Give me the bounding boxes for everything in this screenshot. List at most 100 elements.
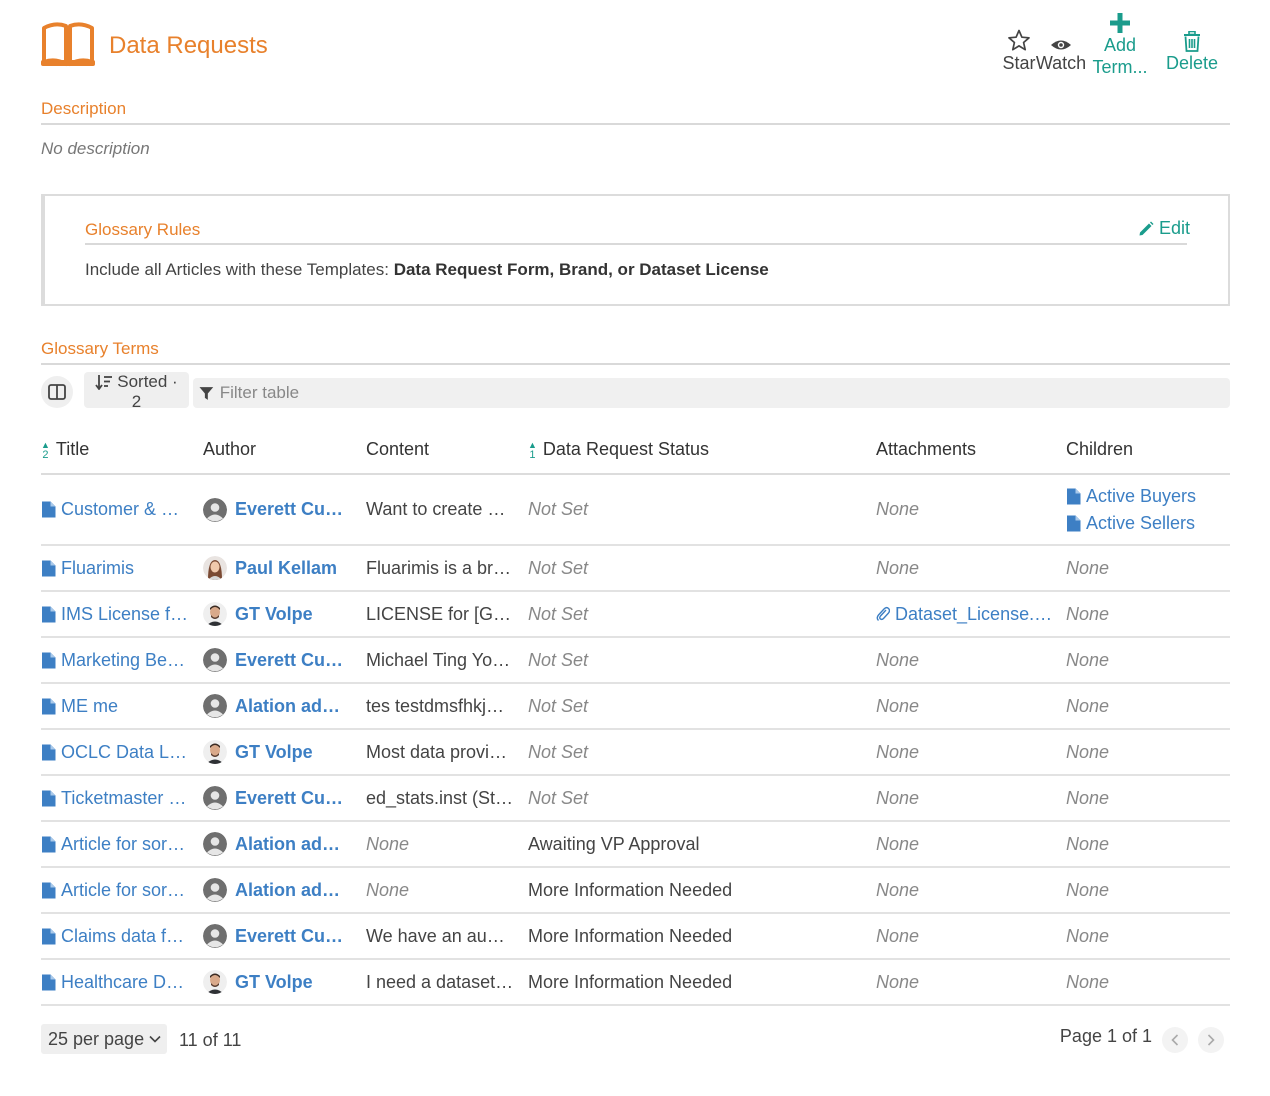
column-header-status[interactable]: ▲ 1 Data Request Status	[528, 426, 858, 473]
title-cell[interactable]: Fluarimis	[41, 546, 193, 590]
column-toggle-button[interactable]	[41, 376, 73, 408]
table-row[interactable]: Fluarimis Paul Kellam Fluarimis is a br… No…	[41, 546, 1230, 592]
title-link[interactable]: Fluarimis	[61, 558, 134, 579]
status-cell[interactable]: More Information Needed	[528, 868, 858, 912]
status-cell[interactable]: More Information Needed	[528, 914, 858, 958]
title-link[interactable]: ME me	[61, 696, 118, 717]
content-cell: LICENSE for [G…	[366, 592, 514, 636]
title-cell[interactable]: Marketing Be…	[41, 638, 193, 682]
title-link[interactable]: Healthcare D…	[61, 972, 184, 993]
table-row[interactable]: Customer & … Everett Cu… Want to create … N…	[41, 475, 1230, 546]
author-cell[interactable]: GT Volpe	[203, 592, 345, 636]
status-cell[interactable]: Not Set	[528, 475, 858, 544]
title-cell[interactable]: Customer & …	[41, 475, 193, 544]
title-cell[interactable]: Claims data f…	[41, 914, 193, 958]
author-cell[interactable]: Everett Cu…	[203, 776, 345, 820]
table-row[interactable]: ME me Alation ad… tes testdmsfhkj… Not Set N…	[41, 684, 1230, 730]
author-link[interactable]: Alation ad…	[235, 880, 340, 901]
title-link[interactable]: Article for sor…	[61, 834, 185, 855]
author-cell[interactable]: Everett Cu…	[203, 914, 345, 958]
children-cell: None	[1066, 638, 1230, 682]
author-link[interactable]: Everett Cu…	[235, 650, 343, 671]
column-header-title[interactable]: ▲ 2 Title	[41, 426, 193, 473]
attachments-cell[interactable]: Dataset_License.…	[876, 592, 1056, 636]
author-cell[interactable]: GT Volpe	[203, 730, 345, 774]
table-row[interactable]: Claims data f… Everett Cu… We have an aud……	[41, 914, 1230, 960]
table-row[interactable]: IMS License f… GT Volpe LICENSE for [G… Not…	[41, 592, 1230, 638]
author-cell[interactable]: GT Volpe	[203, 960, 345, 1004]
column-header-author[interactable]: Author	[203, 426, 345, 473]
title-cell[interactable]: IMS License f…	[41, 592, 193, 636]
title-link[interactable]: IMS License f…	[61, 604, 188, 625]
watch-button[interactable]: Watch	[1033, 30, 1089, 74]
avatar	[203, 786, 227, 810]
author-link[interactable]: GT Volpe	[235, 972, 313, 993]
delete-button[interactable]: Delete	[1163, 30, 1221, 74]
status-cell[interactable]: Not Set	[528, 730, 858, 774]
add-term-button[interactable]: Add Term...	[1089, 12, 1151, 78]
status-cell[interactable]: Not Set	[528, 776, 858, 820]
table-row[interactable]: Article for sor… Alation ad… None Awaiting …	[41, 822, 1230, 868]
title-cell[interactable]: Article for sor…	[41, 822, 193, 866]
children-cell: None	[1066, 822, 1230, 866]
status-cell[interactable]: More Information Needed	[528, 960, 858, 1004]
author-link[interactable]: Everett Cu…	[235, 499, 343, 520]
filter-input[interactable]	[217, 382, 1230, 404]
author-cell[interactable]: Everett Cu…	[203, 638, 345, 682]
content-value: None	[366, 833, 410, 854]
author-cell[interactable]: Alation ad…	[203, 868, 345, 912]
per-page-select[interactable]: 25 per page	[41, 1024, 167, 1054]
table-row[interactable]: Healthcare D… GT Volpe I need a dataset… Mo…	[41, 960, 1230, 1006]
author-link[interactable]: GT Volpe	[235, 604, 313, 625]
author-cell[interactable]: Everett Cu…	[203, 475, 345, 544]
author-cell[interactable]: Paul Kellam	[203, 546, 345, 590]
table-row[interactable]: Marketing Be… Everett Cu… Michael Ting Yo……	[41, 638, 1230, 684]
status-cell[interactable]: Not Set	[528, 592, 858, 636]
title-link[interactable]: Customer & …	[61, 499, 179, 520]
attachments-value: None	[876, 499, 920, 519]
child-label: Active Sellers	[1086, 512, 1196, 533]
attachment-link[interactable]: Dataset_License.…	[895, 604, 1052, 625]
content-value: None	[366, 879, 410, 900]
children-cell: None	[1066, 546, 1230, 590]
status-cell[interactable]: Not Set	[528, 546, 858, 590]
title-link[interactable]: OCLC Data L…	[61, 742, 187, 763]
title-cell[interactable]: OCLC Data L…	[41, 730, 193, 774]
author-cell[interactable]: Alation ad…	[203, 684, 345, 728]
watch-label: Watch	[1035, 53, 1087, 73]
glossary-rules-divider	[85, 243, 1187, 245]
previous-page-button[interactable]	[1162, 1027, 1188, 1053]
table-row[interactable]: OCLC Data L… GT Volpe Most data provi… Not …	[41, 730, 1230, 776]
status-cell[interactable]: Not Set	[528, 684, 858, 728]
status-cell[interactable]: Awaiting VP Approval	[528, 822, 858, 866]
title-link[interactable]: Ticketmaster …	[61, 788, 186, 809]
content-value: ed_stats.inst (St…	[366, 787, 514, 808]
column-header-content[interactable]: Content	[366, 426, 514, 473]
title-link[interactable]: Article for sor…	[61, 880, 185, 901]
title-link[interactable]: Marketing Be…	[61, 650, 185, 671]
title-cell[interactable]: ME me	[41, 684, 193, 728]
author-link[interactable]: GT Volpe	[235, 742, 313, 763]
table-row[interactable]: Article for sor… Alation ad… None More Info…	[41, 868, 1230, 914]
title-cell[interactable]: Article for sor…	[41, 868, 193, 912]
next-page-button[interactable]	[1198, 1027, 1224, 1053]
column-header-children[interactable]: Children	[1066, 426, 1230, 473]
author-link[interactable]: Everett Cu…	[235, 788, 343, 809]
title-cell[interactable]: Healthcare D…	[41, 960, 193, 1004]
author-link[interactable]: Alation ad…	[235, 696, 340, 717]
title-cell[interactable]: Ticketmaster …	[41, 776, 193, 820]
child-link[interactable]: Active Sellers	[1066, 513, 1196, 534]
author-link[interactable]: Everett Cu…	[235, 926, 343, 947]
sorted-button[interactable]: Sorted · 2	[84, 372, 189, 411]
table-row[interactable]: Ticketmaster … Everett Cu… ed_stats.inst (…	[41, 776, 1230, 822]
column-header-attachments[interactable]: Attachments	[876, 426, 1056, 473]
child-link[interactable]: Active Buyers	[1066, 486, 1196, 507]
edit-rules-button[interactable]: Edit	[1138, 218, 1190, 239]
children-value: None	[1066, 695, 1110, 716]
content-value: I need a dataset…	[366, 971, 514, 992]
author-link[interactable]: Paul Kellam	[235, 558, 337, 579]
author-cell[interactable]: Alation ad…	[203, 822, 345, 866]
status-cell[interactable]: Not Set	[528, 638, 858, 682]
title-link[interactable]: Claims data f…	[61, 926, 184, 947]
author-link[interactable]: Alation ad…	[235, 834, 340, 855]
